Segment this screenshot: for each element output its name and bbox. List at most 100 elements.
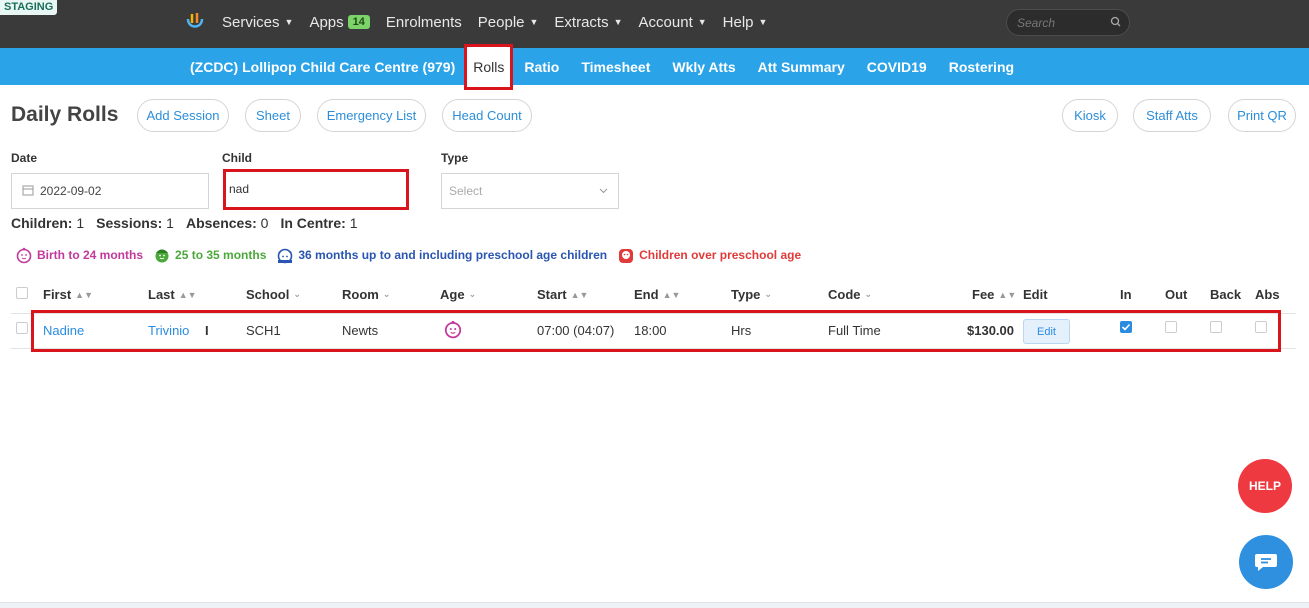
sessions-count: 1 <box>166 215 174 231</box>
calendar-icon <box>22 185 34 196</box>
kiosk-button[interactable]: Kiosk <box>1062 99 1118 132</box>
type-select[interactable]: Select <box>441 173 619 209</box>
sort-icon: ▲▼ <box>662 289 681 300</box>
col-school-label: School <box>246 287 290 302</box>
nav-account-label: Account <box>638 13 693 31</box>
chevron-down-icon: ⌄ <box>764 289 772 299</box>
head-count-button[interactable]: Head Count <box>442 99 532 132</box>
nav-account[interactable]: Account ▼ <box>639 14 707 31</box>
toddler-face-icon <box>155 249 169 263</box>
sort-icon: ▲▼ <box>75 289 93 300</box>
col-last[interactable]: Last ▲▼ <box>148 287 197 302</box>
staff-atts-button[interactable]: Staff Atts <box>1133 99 1211 132</box>
sort-icon: ▲▼ <box>998 289 1017 300</box>
chevron-down-icon: ⌄ <box>864 289 873 299</box>
add-session-button[interactable]: Add Session <box>137 99 229 132</box>
col-end[interactable]: End ▲▼ <box>634 287 680 302</box>
col-start-label: Start <box>537 287 567 302</box>
caret-down-icon: ▼ <box>758 17 768 27</box>
col-first-label: First <box>43 287 72 302</box>
tab-covid19[interactable]: COVID19 <box>867 59 927 75</box>
tab-rolls[interactable]: Rolls <box>464 43 514 90</box>
app-logo-icon[interactable] <box>184 11 206 33</box>
nav-enrolments[interactable]: Enrolments <box>386 14 462 31</box>
col-code-label: Code <box>828 287 861 302</box>
absences-stat-label: Absences: <box>185 215 257 231</box>
nav-services-label: Services <box>222 13 280 31</box>
child-search-input[interactable] <box>229 182 399 196</box>
tab-wkly-atts[interactable]: Wkly Atts <box>672 59 735 75</box>
tab-ratio[interactable]: Ratio <box>524 59 559 75</box>
col-in: In <box>1120 287 1132 302</box>
chat-bubble-icon <box>1255 554 1277 571</box>
col-fee-label: Fee <box>972 287 995 302</box>
nav-people[interactable]: People ▼ <box>478 14 539 31</box>
col-first[interactable]: First ▲▼ <box>43 287 93 302</box>
page-title: Daily Rolls <box>11 103 119 126</box>
legend-36-preschool-label: 36 months up to and including preschool … <box>298 248 608 262</box>
row-select-checkbox[interactable] <box>16 322 28 334</box>
chat-button[interactable] <box>1239 535 1293 589</box>
col-age-label: Age <box>440 287 465 302</box>
col-type[interactable]: Type ⌄ <box>731 287 772 302</box>
chevron-down-icon: ⌄ <box>382 289 391 299</box>
in-centre-count: 1 <box>349 215 358 231</box>
bottom-strip <box>0 602 1309 608</box>
col-edit: Edit <box>1023 287 1048 302</box>
type-select-placeholder: Select <box>449 184 483 198</box>
col-school[interactable]: School ⌄ <box>246 287 301 302</box>
roll-stats: Children: 1 Sessions: 1 Absences: 0 In C… <box>11 215 370 231</box>
row-highlight <box>31 310 1281 352</box>
col-age[interactable]: Age ⌄ <box>440 287 476 302</box>
help-button[interactable]: HELP <box>1238 459 1292 513</box>
caret-down-icon: ▼ <box>697 17 707 27</box>
col-code[interactable]: Code ⌄ <box>828 287 872 302</box>
main-nav: Services ▼ Apps 14 Enrolments People ▼ Extr… <box>222 0 783 44</box>
date-label: Date <box>11 151 38 165</box>
centre-name-link[interactable]: (ZCDC) Lollipop Child Care Centre (979) <box>190 59 455 75</box>
nav-services[interactable]: Services ▼ <box>222 14 293 31</box>
col-last-label: Last <box>148 287 175 302</box>
select-all-checkbox[interactable] <box>16 287 28 299</box>
legend-birth-24: Birth to 24 months <box>15 246 143 264</box>
child-label: Child <box>222 151 252 165</box>
search-input[interactable] <box>1017 15 1107 31</box>
tab-timesheet[interactable]: Timesheet <box>581 59 650 75</box>
chevron-down-icon: ⌄ <box>293 289 301 299</box>
nav-enrolments-label: Enrolments <box>385 13 462 31</box>
col-room-label: Room <box>342 287 379 302</box>
school-child-icon <box>619 249 634 263</box>
nav-extracts-label: Extracts <box>554 13 609 31</box>
search-icon[interactable] <box>1109 15 1123 29</box>
emergency-list-button[interactable]: Emergency List <box>317 99 426 132</box>
sheet-button[interactable]: Sheet <box>245 99 301 132</box>
caret-down-icon: ▼ <box>613 17 623 27</box>
legend-25-35-label: 25 to 35 months <box>175 248 267 262</box>
col-abs: Abs <box>1255 287 1280 302</box>
col-room[interactable]: Room ⌄ <box>342 287 390 302</box>
absences-count: 0 <box>260 215 269 231</box>
date-field[interactable]: 2022-09-02 <box>11 173 209 209</box>
tab-rostering[interactable]: Rostering <box>949 59 1014 75</box>
nav-help-label: Help <box>722 13 754 31</box>
legend-birth-24-label: Birth to 24 months <box>37 248 144 262</box>
legend-over-preschool-label: Children over preschool age <box>639 248 802 262</box>
legend-over-preschool: Children over preschool age <box>617 246 801 264</box>
col-out: Out <box>1165 287 1188 302</box>
legend-36-preschool: 36 months up to and including preschool … <box>276 246 607 264</box>
col-start[interactable]: Start ▲▼ <box>537 287 588 302</box>
nav-help[interactable]: Help ▼ <box>723 14 768 31</box>
print-qr-button[interactable]: Print QR <box>1228 99 1296 132</box>
staging-badge: STAGING <box>0 0 58 15</box>
col-back: Back <box>1210 287 1242 302</box>
col-fee[interactable]: Fee ▲▼ <box>972 287 1016 302</box>
nav-apps[interactable]: Apps 14 <box>309 14 370 31</box>
tab-att-summary[interactable]: Att Summary <box>758 59 845 75</box>
caret-down-icon: ▼ <box>529 17 539 27</box>
col-end-label: End <box>634 287 659 302</box>
sort-icon: ▲▼ <box>178 289 197 300</box>
nav-extracts[interactable]: Extracts ▼ <box>554 14 622 31</box>
baby-face-icon <box>16 247 32 264</box>
legend-25-35: 25 to 35 months <box>153 246 266 264</box>
nav-people-label: People <box>477 13 525 31</box>
